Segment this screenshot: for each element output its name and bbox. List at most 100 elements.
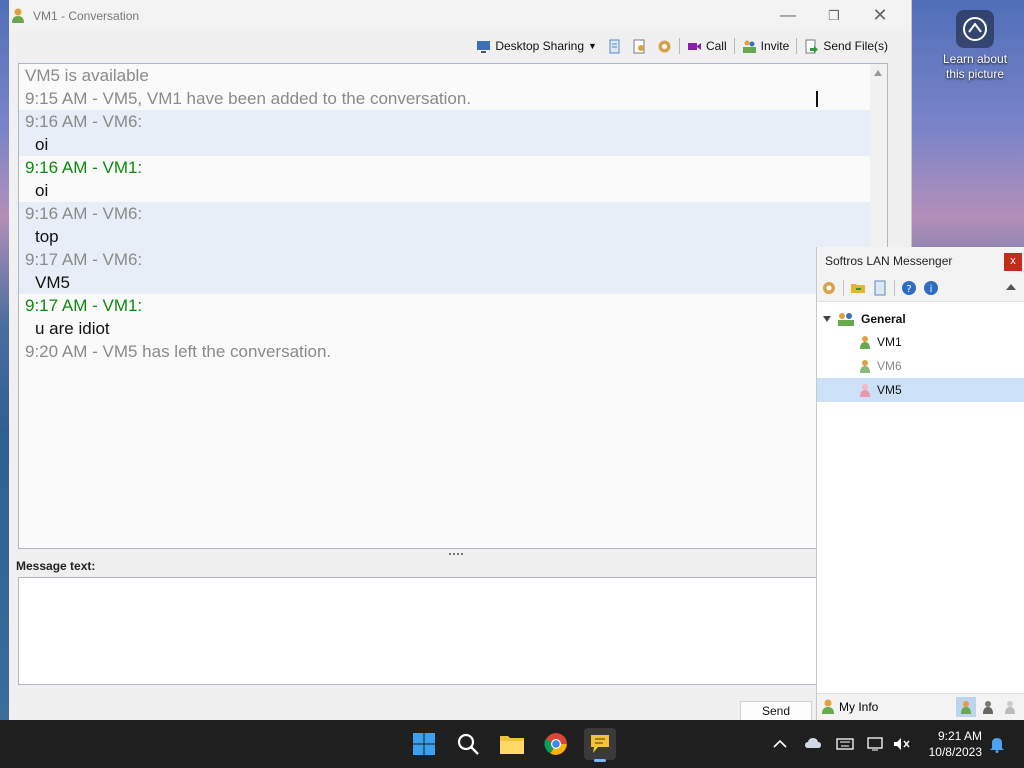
chat-history[interactable]: VM5 is available 9:15 AM - VM5, VM1 have … [18, 63, 888, 549]
search-button[interactable] [452, 728, 484, 760]
chat-bubble-icon [591, 735, 609, 753]
minimize-button[interactable]: — [765, 0, 811, 31]
folder-icon[interactable] [850, 280, 866, 296]
desktop-sharing-label: Desktop Sharing [495, 39, 585, 53]
splitter-handle[interactable] [449, 553, 463, 557]
message-input[interactable] [18, 577, 838, 685]
help-icon[interactable]: ? [901, 280, 917, 296]
document-icon[interactable] [872, 280, 888, 296]
chevron-up-icon [773, 739, 787, 748]
messenger-statusbar: My Info [817, 693, 1024, 720]
status-online-icon[interactable] [956, 697, 976, 717]
svg-text:i: i [930, 284, 933, 295]
document-icon [609, 39, 620, 53]
contact-tree: General VM1 VM6 VM5 [817, 302, 1024, 402]
keyboard-icon [836, 738, 854, 750]
group-icon [838, 313, 854, 326]
show-hidden-icons-button[interactable] [770, 734, 790, 754]
chat-message: u are idiot [35, 319, 110, 338]
user-vm1[interactable]: VM1 [817, 330, 1024, 354]
camera-icon [956, 10, 994, 48]
desktop-sharing-button[interactable]: Desktop Sharing ▼ [471, 35, 602, 57]
user-icon [12, 8, 24, 23]
info-icon[interactable]: i [923, 280, 939, 296]
close-button[interactable]: ✕ [857, 0, 903, 31]
messenger-toolbar: ? i [817, 275, 1024, 302]
user-vm6[interactable]: VM6 [817, 354, 1024, 378]
maximize-button[interactable]: ❐ [811, 0, 857, 31]
toolbar-separator [843, 280, 844, 296]
history-button[interactable] [602, 35, 627, 57]
conversation-titlebar[interactable]: VM1 - Conversation — ❐ ✕ [9, 0, 911, 31]
chat-system-line: 9:20 AM - VM5 has left the conversation. [25, 342, 332, 361]
clock-time: 9:21 AM [937, 729, 982, 743]
svg-text:?: ? [906, 284, 911, 295]
my-info-button[interactable]: My Info [817, 699, 878, 715]
contact-card-icon [633, 39, 645, 53]
cloud-icon [805, 738, 821, 748]
user-vm5[interactable]: VM5 [817, 378, 1024, 402]
learn-about-picture-label: Learn about this picture [942, 52, 1008, 81]
softros-messenger-taskbar-button[interactable] [584, 728, 616, 762]
chat-message-header: 9:16 AM - VM6: [19, 202, 887, 225]
contacts-list-button[interactable] [627, 35, 652, 57]
settings-button[interactable] [652, 35, 677, 57]
chat-message: oi [19, 133, 887, 156]
chat-message-header: 9:16 AM - VM1: [25, 158, 143, 177]
status-offline-icon[interactable] [1000, 697, 1020, 717]
call-button[interactable]: Call [682, 35, 732, 57]
toolbar-separator [678, 38, 680, 54]
chevron-down-icon[interactable] [823, 316, 831, 322]
chevron-down-icon: ▼ [588, 41, 597, 51]
status-away-icon[interactable] [978, 697, 998, 717]
messenger-close-button[interactable]: x [1004, 253, 1022, 271]
windows-logo-icon [413, 733, 435, 755]
network-tray-button[interactable] [866, 734, 886, 754]
conversation-toolbar: Desktop Sharing ▼ Call Invite Send File(… [9, 33, 911, 59]
gear-icon[interactable] [821, 280, 837, 296]
chat-system-line: VM5 is available [25, 66, 149, 85]
restore-icon: ❐ [828, 7, 840, 23]
invite-label: Invite [760, 39, 790, 53]
speaker-muted-icon [894, 738, 910, 750]
chrome-button[interactable] [540, 728, 572, 760]
start-button[interactable] [408, 728, 440, 760]
file-explorer-button[interactable] [496, 728, 528, 760]
toolbar-separator [733, 38, 735, 54]
group-label: General [861, 312, 906, 326]
chevron-up-icon[interactable] [1006, 284, 1016, 290]
call-label: Call [705, 39, 727, 53]
send-button[interactable]: Send [740, 701, 812, 722]
volume-tray-button[interactable] [892, 734, 912, 754]
keyboard-tray-button[interactable] [835, 734, 855, 754]
user-name: VM5 [877, 383, 902, 397]
onedrive-tray-button[interactable] [803, 734, 823, 754]
messenger-title: Softros LAN Messenger [825, 254, 953, 268]
group-general[interactable]: General [817, 308, 1024, 330]
folder-icon [500, 736, 524, 754]
scroll-up-icon[interactable] [874, 70, 882, 76]
monitor-icon [867, 737, 883, 751]
learn-about-picture-shortcut[interactable]: Learn about this picture [936, 10, 1014, 82]
chrome-icon [544, 733, 567, 755]
notifications-button[interactable] [987, 734, 1007, 754]
user-name: VM1 [877, 335, 902, 349]
chat-lines: VM5 is available 9:15 AM - VM5, VM1 have … [19, 64, 887, 363]
minimize-icon: — [780, 6, 796, 24]
status-selector [956, 697, 1020, 717]
toolbar-separator [796, 38, 798, 54]
user-online-icon [860, 336, 870, 349]
users-icon [742, 40, 756, 53]
chat-message: VM5 [19, 271, 887, 294]
invite-button[interactable]: Invite [737, 35, 795, 57]
send-files-button[interactable]: Send File(s) [799, 35, 893, 57]
monitor-icon [477, 40, 491, 53]
chat-message-header: 9:17 AM - VM6: [19, 248, 887, 271]
chat-message: top [19, 225, 887, 248]
messenger-titlebar[interactable]: Softros LAN Messenger x [817, 247, 1024, 275]
system-clock[interactable]: 9:21 AM 10/8/2023 [922, 728, 982, 760]
user-away-icon [860, 360, 870, 373]
chat-system-line: 9:15 AM - VM5, VM1 have been added to th… [25, 89, 472, 108]
user-name: VM6 [877, 359, 902, 373]
messenger-window: Softros LAN Messenger x ? i General VM1 … [816, 247, 1024, 720]
